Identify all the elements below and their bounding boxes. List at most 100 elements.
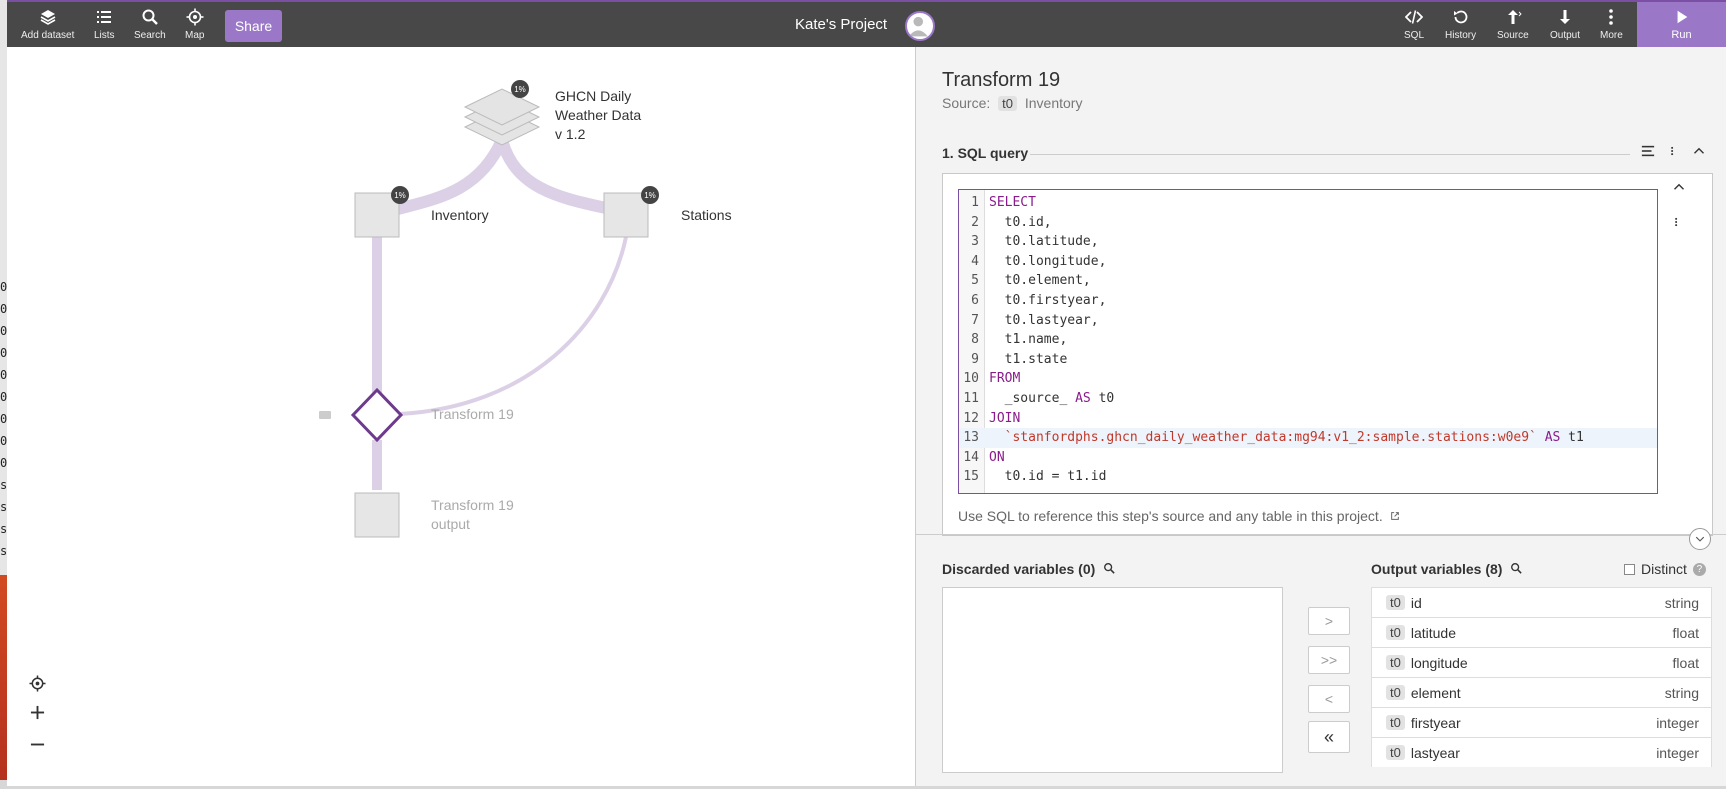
- sql-line[interactable]: 3 t0.latitude,: [959, 232, 1657, 252]
- search-icon[interactable]: [1510, 562, 1523, 574]
- help-icon[interactable]: ?: [1692, 562, 1706, 576]
- line-number: 14: [963, 449, 979, 465]
- dataset-label-line3: v 1.2: [555, 126, 586, 142]
- lists-button[interactable]: Lists: [94, 8, 115, 41]
- sql-help-text[interactable]: Use SQL to reference this step's source …: [958, 508, 1400, 524]
- source-prefix: Source:: [942, 95, 991, 111]
- search-button[interactable]: Search: [134, 8, 166, 41]
- output-label-node[interactable]: Transform 19 output: [431, 496, 514, 534]
- variable-source-tag: t0: [1386, 715, 1405, 730]
- app-window: Add dataset Lists Search Map Share Kate'…: [7, 0, 1726, 786]
- dataset-label-line1: GHCN Daily: [555, 88, 632, 104]
- sql-line[interactable]: 12 JOIN: [959, 409, 1657, 429]
- map-button[interactable]: Map: [185, 8, 204, 41]
- output-variable-row[interactable]: t0 firstyear integer: [1371, 707, 1712, 737]
- output-variable-row[interactable]: t0 latitude float: [1371, 617, 1712, 647]
- user-icon: [908, 16, 928, 37]
- sql-line[interactable]: 13 `stanfordphs.ghcn_daily_weather_data:…: [959, 428, 1657, 448]
- edge-stations-transform: [399, 236, 628, 416]
- output-button[interactable]: Output: [1550, 8, 1580, 41]
- inventory-label[interactable]: Inventory: [431, 207, 489, 223]
- distinct-checkbox[interactable]: [1624, 563, 1635, 575]
- format-icon[interactable]: [1641, 143, 1655, 159]
- move-left-button[interactable]: <: [1308, 685, 1350, 713]
- add-dataset-button[interactable]: Add dataset: [21, 8, 74, 41]
- sql-editor[interactable]: 1 SELECT 2 t0.id, 3 t0.latitude, 4 t0.longit…: [958, 189, 1658, 494]
- editor-collapse-button[interactable]: [1673, 180, 1685, 196]
- stations-node[interactable]: [603, 192, 649, 238]
- dataset-label[interactable]: GHCN Daily Weather Data v 1.2: [555, 87, 641, 144]
- variable-name: latitude: [1410, 624, 1456, 641]
- stations-label[interactable]: Stations: [681, 207, 732, 223]
- distinct-toggle[interactable]: Distinct ?: [1624, 561, 1706, 577]
- variable-source-tag: t0: [1386, 685, 1405, 700]
- output-variable-row[interactable]: t0 lastyear integer: [1371, 737, 1712, 767]
- sql-text: t0.longitude,: [989, 253, 1107, 269]
- section-more-icon[interactable]: [1669, 143, 1679, 159]
- sql-line[interactable]: 7 t0.lastyear,: [959, 311, 1657, 331]
- sql-line[interactable]: 11 _source_ AS t0: [959, 389, 1657, 409]
- sql-line[interactable]: 14 ON: [959, 448, 1657, 468]
- source-name[interactable]: Inventory: [1025, 95, 1083, 111]
- recenter-button[interactable]: [29, 675, 46, 698]
- line-number: 12: [963, 410, 979, 426]
- dataset-layers-icon[interactable]: [463, 88, 541, 146]
- sql-line[interactable]: 5 t0.element,: [959, 271, 1657, 291]
- variable-type: float: [1672, 654, 1699, 671]
- sql-line[interactable]: 1 SELECT: [959, 193, 1657, 213]
- sql-line[interactable]: 8 t1.name,: [959, 330, 1657, 350]
- sql-line[interactable]: 4 t0.longitude,: [959, 252, 1657, 272]
- sql-text: t1: [1560, 430, 1584, 446]
- move-right-button[interactable]: >: [1308, 607, 1350, 635]
- distinct-label: Distinct: [1641, 561, 1687, 577]
- sql-line[interactable]: 9 t1.state: [959, 350, 1657, 370]
- sql-label: SQL: [1404, 30, 1425, 41]
- source-button[interactable]: Source: [1497, 8, 1529, 41]
- history-button[interactable]: History: [1445, 8, 1476, 41]
- inventory-badge-text: 1%: [394, 191, 406, 200]
- line-number: 1: [971, 195, 979, 210]
- search-icon[interactable]: [1103, 562, 1115, 574]
- editor-more-button[interactable]: [1673, 214, 1683, 233]
- line-number: 7: [971, 312, 979, 328]
- search-label: Search: [134, 30, 166, 41]
- download-icon: [1560, 10, 1571, 24]
- run-button[interactable]: Run: [1637, 2, 1726, 47]
- comment-icon[interactable]: [319, 411, 331, 419]
- share-button[interactable]: Share: [225, 10, 282, 42]
- transform-label[interactable]: Transform 19: [431, 406, 514, 422]
- output-label: Output: [1550, 30, 1581, 41]
- sql-button[interactable]: SQL: [1404, 8, 1424, 41]
- workflow-canvas[interactable]: 1% 1% 1% GHCN Daily Weather Data v 1.2 I…: [7, 47, 915, 786]
- sql-text: t0.id = t1.id: [989, 469, 1107, 485]
- variable-name: lastyear: [1410, 744, 1460, 761]
- more-button[interactable]: More: [1600, 8, 1623, 41]
- lists-label: Lists: [94, 30, 115, 41]
- output-label-line2: output: [431, 516, 470, 532]
- sql-line[interactable]: 10 FROM: [959, 369, 1657, 389]
- more-vertical-icon: [1609, 9, 1614, 25]
- sql-line[interactable]: 2 t0.id,: [959, 213, 1657, 233]
- zoom-out-button[interactable]: [30, 735, 45, 758]
- more-label: More: [1600, 30, 1623, 41]
- transform-node[interactable]: [350, 387, 404, 443]
- line-number: 3: [971, 234, 979, 250]
- sql-text: t0.latitude,: [989, 234, 1099, 250]
- line-number: 4: [971, 253, 979, 269]
- output-variable-row[interactable]: t0 id string: [1371, 587, 1712, 617]
- sql-line[interactable]: 6 t0.firstyear,: [959, 291, 1657, 311]
- variable-source-tag: t0: [1386, 625, 1405, 640]
- expand-collapse-button[interactable]: [1689, 528, 1711, 550]
- chevron-up-icon[interactable]: [1693, 143, 1705, 159]
- sql-line[interactable]: 15 t0.id = t1.id: [959, 467, 1657, 487]
- move-all-left-button[interactable]: «: [1308, 721, 1350, 753]
- avatar[interactable]: [905, 11, 935, 41]
- zoom-in-button[interactable]: [30, 703, 45, 726]
- output-variable-row[interactable]: t0 element string: [1371, 677, 1712, 707]
- move-all-right-button[interactable]: >>: [1308, 646, 1350, 674]
- output-node[interactable]: [354, 492, 400, 538]
- transform-panel: Transform 19 Source: t0 Inventory 1. SQL…: [915, 47, 1726, 786]
- output-variable-row[interactable]: t0 longitude float: [1371, 647, 1712, 677]
- minus-icon: [30, 743, 45, 746]
- discarded-variables-list[interactable]: [942, 587, 1283, 773]
